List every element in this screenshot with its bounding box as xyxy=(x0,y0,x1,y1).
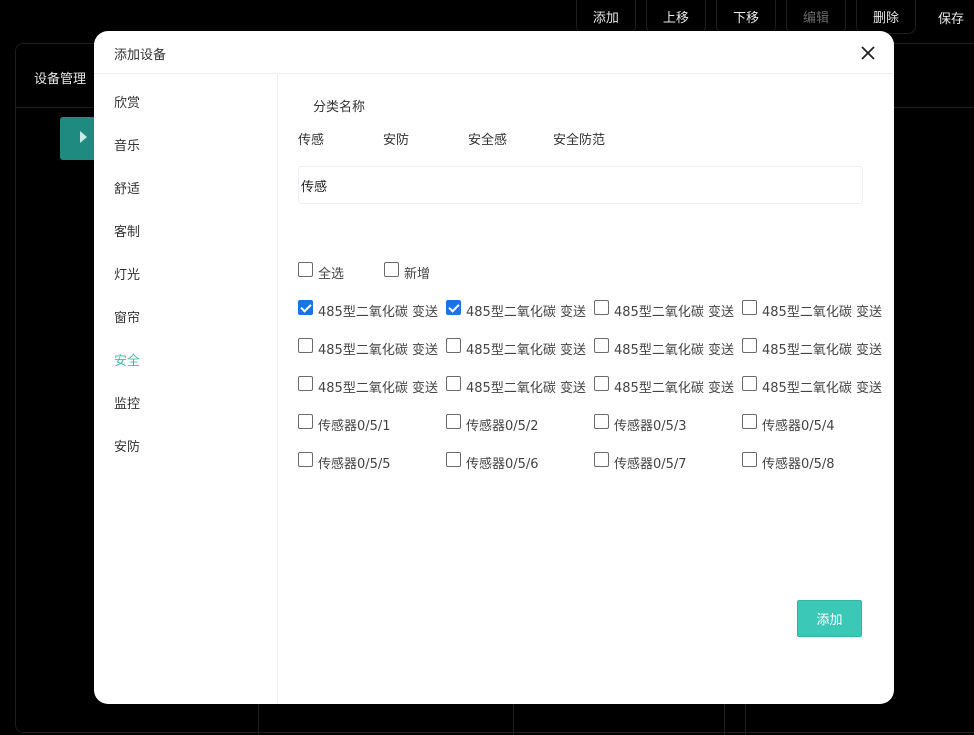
add-device-dialog: 添加设备 欣赏 音乐 舒适 客制 灯光 窗帘 安全 监控 安防 分类名称 传感 … xyxy=(94,31,894,704)
dialog-title: 添加设备 xyxy=(114,48,167,63)
device-checkbox[interactable]: 传感器0/5/3 xyxy=(594,414,687,434)
checkbox-box[interactable] xyxy=(384,262,399,277)
device-label: 485型二氧化碳 变送 xyxy=(614,305,734,320)
checkbox-box[interactable] xyxy=(594,300,609,315)
checkbox-box[interactable] xyxy=(594,452,609,467)
device-label: 485型二氧化碳 变送 xyxy=(762,305,882,320)
device-checkbox[interactable]: 485型二氧化碳 变送 xyxy=(594,338,734,358)
device-label: 485型二氧化碳 变送 xyxy=(466,343,586,358)
device-label: 485型二氧化碳 变送 xyxy=(466,305,586,320)
checkbox-label: 新增 xyxy=(404,267,431,282)
category-name-input[interactable] xyxy=(298,166,863,204)
toolbar-add-button[interactable]: 添加 xyxy=(575,0,636,34)
category-tab-sense-of-security[interactable]: 安全感 xyxy=(468,129,507,148)
checkbox-box[interactable] xyxy=(446,376,461,391)
device-label: 485型二氧化碳 变送 xyxy=(614,381,734,396)
device-label: 485型二氧化碳 变送 xyxy=(318,381,438,396)
sidebar-item-security[interactable]: 安全 xyxy=(114,350,140,369)
device-label: 传感器0/5/3 xyxy=(614,419,687,434)
checkbox-box[interactable] xyxy=(446,338,461,353)
sidebar-item-curtain[interactable]: 窗帘 xyxy=(114,307,140,326)
device-checkbox[interactable]: 传感器0/5/7 xyxy=(594,452,687,472)
device-checkbox[interactable]: 485型二氧化碳 变送 xyxy=(298,300,438,320)
device-label: 传感器0/5/7 xyxy=(614,457,687,472)
checkbox-label: 全选 xyxy=(318,267,345,282)
toolbar: 添加 上移 下移 编辑 删除 保存 xyxy=(566,0,974,34)
device-checkbox[interactable]: 485型二氧化碳 变送 xyxy=(742,338,882,358)
dialog-content: 分类名称 传感 安防 安全感 安全防范 全选 新增 485型二氧化碳 变送 48… xyxy=(278,74,894,704)
category-tab-security-prevention[interactable]: 安全防范 xyxy=(553,129,605,148)
device-checkbox[interactable]: 485型二氧化碳 变送 xyxy=(742,376,882,396)
close-button[interactable] xyxy=(856,41,880,65)
add-device-submit-button[interactable]: 添加 xyxy=(797,600,862,637)
category-tab-sensing[interactable]: 传感 xyxy=(298,129,324,148)
checkbox-box[interactable] xyxy=(298,262,313,277)
device-checkbox[interactable]: 传感器0/5/5 xyxy=(298,452,391,472)
device-checkbox[interactable]: 传感器0/5/4 xyxy=(742,414,835,434)
category-tab-defense[interactable]: 安防 xyxy=(383,129,409,148)
device-checkbox[interactable]: 传感器0/5/1 xyxy=(298,414,391,434)
toolbar-move-up-button[interactable]: 上移 xyxy=(645,0,706,34)
sidebar-item-comfort[interactable]: 舒适 xyxy=(114,178,140,197)
checkbox-box[interactable] xyxy=(298,414,313,429)
checkbox-box[interactable] xyxy=(742,414,757,429)
device-checkbox[interactable]: 485型二氧化碳 变送 xyxy=(742,300,882,320)
device-label: 传感器0/5/6 xyxy=(466,457,539,472)
checkbox-box[interactable] xyxy=(742,452,757,467)
device-label: 传感器0/5/1 xyxy=(318,419,391,434)
checkbox-box[interactable] xyxy=(446,452,461,467)
background-title: 设备管理 xyxy=(34,72,87,87)
device-checkbox[interactable]: 485型二氧化碳 变送 xyxy=(298,376,438,396)
checkbox-box[interactable] xyxy=(594,376,609,391)
toolbar-save-button[interactable]: 保存 xyxy=(925,0,974,34)
device-checkbox[interactable]: 485型二氧化碳 变送 xyxy=(298,338,438,358)
device-label: 485型二氧化碳 变送 xyxy=(318,305,438,320)
device-checkbox[interactable]: 485型二氧化碳 变送 xyxy=(446,376,586,396)
device-checkbox[interactable]: 传感器0/5/2 xyxy=(446,414,539,434)
device-label: 485型二氧化碳 变送 xyxy=(762,343,882,358)
checkbox-box[interactable] xyxy=(298,338,313,353)
checkbox-box[interactable] xyxy=(742,300,757,315)
device-label: 485型二氧化碳 变送 xyxy=(318,343,438,358)
checkbox-box[interactable] xyxy=(742,338,757,353)
checkbox-box[interactable] xyxy=(298,452,313,467)
checkbox-box[interactable] xyxy=(594,338,609,353)
checkbox-box[interactable] xyxy=(742,376,757,391)
checkbox-box[interactable] xyxy=(298,300,313,315)
device-checkbox[interactable]: 485型二氧化碳 变送 xyxy=(446,300,586,320)
select-all-checkbox[interactable]: 全选 xyxy=(298,262,345,282)
device-label: 传感器0/5/5 xyxy=(318,457,391,472)
device-label: 485型二氧化碳 变送 xyxy=(466,381,586,396)
device-checkbox[interactable]: 485型二氧化碳 变送 xyxy=(594,376,734,396)
checkbox-box[interactable] xyxy=(594,414,609,429)
category-name-label: 分类名称 xyxy=(313,100,366,115)
checkbox-box[interactable] xyxy=(446,300,461,315)
checkbox-box[interactable] xyxy=(446,414,461,429)
device-label: 485型二氧化碳 变送 xyxy=(614,343,734,358)
device-checkbox[interactable]: 传感器0/5/6 xyxy=(446,452,539,472)
device-label: 传感器0/5/8 xyxy=(762,457,835,472)
device-label: 传感器0/5/2 xyxy=(466,419,539,434)
sidebar-item-defense[interactable]: 安防 xyxy=(114,436,140,455)
sidebar-item-appreciate[interactable]: 欣赏 xyxy=(114,92,140,111)
device-checkbox[interactable]: 传感器0/5/8 xyxy=(742,452,835,472)
play-icon xyxy=(80,131,87,143)
toolbar-delete-button[interactable]: 删除 xyxy=(855,0,916,34)
toolbar-move-down-button[interactable]: 下移 xyxy=(715,0,776,34)
sidebar-item-lighting[interactable]: 灯光 xyxy=(114,264,140,283)
device-checkbox[interactable]: 485型二氧化碳 变送 xyxy=(446,338,586,358)
checkbox-box[interactable] xyxy=(298,376,313,391)
device-checkbox[interactable]: 485型二氧化碳 变送 xyxy=(594,300,734,320)
sidebar-item-music[interactable]: 音乐 xyxy=(114,135,140,154)
category-sidebar: 欣赏 音乐 舒适 客制 灯光 窗帘 安全 监控 安防 xyxy=(94,74,278,704)
sidebar-item-monitor[interactable]: 监控 xyxy=(114,393,140,412)
add-new-checkbox[interactable]: 新增 xyxy=(384,262,431,282)
close-icon xyxy=(861,46,875,60)
device-label: 485型二氧化碳 变送 xyxy=(762,381,882,396)
sidebar-item-custom[interactable]: 客制 xyxy=(114,221,140,240)
device-label: 传感器0/5/4 xyxy=(762,419,835,434)
dialog-header: 添加设备 xyxy=(94,31,894,74)
toolbar-edit-button[interactable]: 编辑 xyxy=(785,0,846,34)
